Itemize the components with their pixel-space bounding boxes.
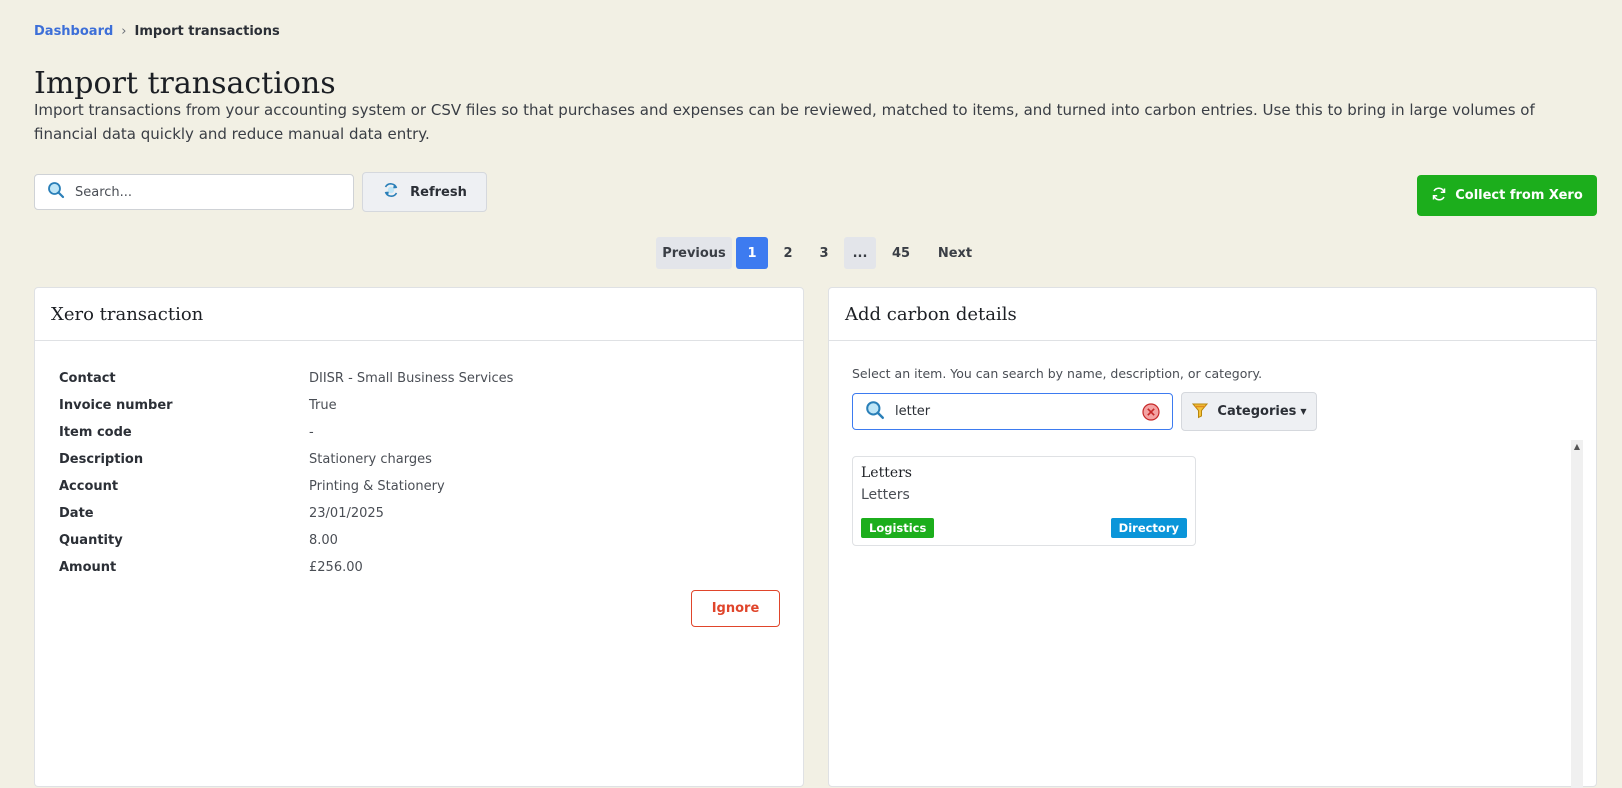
pagination-page-last[interactable]: 45	[880, 237, 922, 269]
item-search-input[interactable]	[893, 403, 1138, 420]
carbon-details-panel: Add carbon details Select an item. You c…	[828, 287, 1597, 788]
detail-label: Quantity	[59, 533, 123, 548]
breadcrumb: Dashboard › Import transactions	[34, 24, 280, 39]
detail-row-quantity: Quantity 8.00	[59, 527, 513, 554]
detail-value: DIISR - Small Business Services	[309, 371, 514, 386]
xero-transaction-header: Xero transaction	[35, 288, 803, 341]
source-badge: Directory	[1110, 518, 1187, 538]
detail-label: Amount	[59, 560, 117, 575]
pagination-page-1[interactable]: 1	[736, 237, 768, 269]
search-icon	[47, 181, 65, 203]
pagination-page-2[interactable]: 2	[772, 237, 804, 269]
collect-from-xero-label: Collect from Xero	[1455, 188, 1583, 203]
carbon-details-header: Add carbon details	[829, 288, 1596, 341]
detail-label: Description	[59, 452, 144, 467]
categories-dropdown-button[interactable]: Categories ▼	[1181, 392, 1317, 431]
scroll-up-arrow-icon[interactable]: ▲	[1571, 440, 1583, 452]
pagination-next[interactable]: Next	[926, 237, 984, 269]
refresh-button[interactable]: Refresh	[362, 172, 487, 212]
detail-row-account: Account Printing & Stationery	[59, 473, 513, 500]
detail-label: Invoice number	[59, 398, 173, 413]
collect-from-xero-button[interactable]: Collect from Xero	[1417, 175, 1597, 216]
refresh-label: Refresh	[410, 184, 467, 200]
detail-value: 23/01/2025	[309, 506, 384, 521]
page-title: Import transactions	[34, 66, 336, 101]
item-search-box	[852, 393, 1173, 430]
item-description: Letters	[861, 487, 910, 503]
xero-transaction-panel: Xero transaction Contact DIISR - Small B…	[34, 287, 804, 787]
detail-value: Stationery charges	[309, 452, 432, 467]
pagination: Previous 1 2 3 ... 45 Next	[656, 237, 984, 269]
search-icon	[865, 400, 885, 424]
detail-row-item-code: Item code -	[59, 419, 513, 446]
detail-value: -	[309, 425, 314, 440]
transaction-search-input[interactable]	[73, 183, 323, 201]
detail-value: Printing & Stationery	[309, 479, 445, 494]
breadcrumb-current: Import transactions	[134, 24, 280, 39]
category-badge: Logistics	[861, 518, 935, 538]
breadcrumb-separator: ›	[121, 24, 127, 39]
sync-icon	[1431, 186, 1447, 206]
detail-row-description: Description Stationery charges	[59, 446, 513, 473]
detail-row-contact: Contact DIISR - Small Business Services	[59, 365, 513, 392]
ignore-button[interactable]: Ignore	[691, 590, 780, 627]
item-result-card[interactable]: Letters Letters Logistics Directory	[852, 456, 1196, 546]
xero-transaction-title: Xero transaction	[51, 303, 204, 325]
pagination-page-3[interactable]: 3	[808, 237, 840, 269]
refresh-icon	[382, 181, 400, 203]
clear-icon[interactable]	[1142, 403, 1160, 421]
detail-row-invoice-number: Invoice number True	[59, 392, 513, 419]
categories-label: Categories	[1217, 404, 1297, 419]
item-title: Letters	[861, 465, 912, 481]
chevron-down-icon: ▼	[1300, 407, 1307, 416]
carbon-details-title: Add carbon details	[845, 303, 1017, 325]
breadcrumb-dashboard-link[interactable]: Dashboard	[34, 24, 113, 39]
transaction-detail-list: Contact DIISR - Small Business Services …	[59, 365, 513, 581]
item-search-hint: Select an item. You can search by name, …	[852, 366, 1263, 381]
detail-row-date: Date 23/01/2025	[59, 500, 513, 527]
detail-label: Item code	[59, 425, 132, 440]
detail-label: Contact	[59, 371, 116, 386]
detail-row-amount: Amount £256.00	[59, 554, 513, 581]
pagination-ellipsis[interactable]: ...	[844, 237, 876, 269]
detail-value: 8.00	[309, 533, 338, 548]
detail-label: Date	[59, 506, 94, 521]
detail-label: Account	[59, 479, 119, 494]
filter-funnel-icon	[1191, 401, 1209, 423]
pagination-previous[interactable]: Previous	[656, 237, 732, 269]
transaction-search-box	[34, 174, 354, 210]
page-description: Import transactions from your accounting…	[34, 101, 1535, 143]
detail-value: True	[309, 398, 337, 413]
detail-value: £256.00	[309, 560, 363, 575]
results-scrollbar[interactable]: ▲	[1571, 440, 1583, 788]
